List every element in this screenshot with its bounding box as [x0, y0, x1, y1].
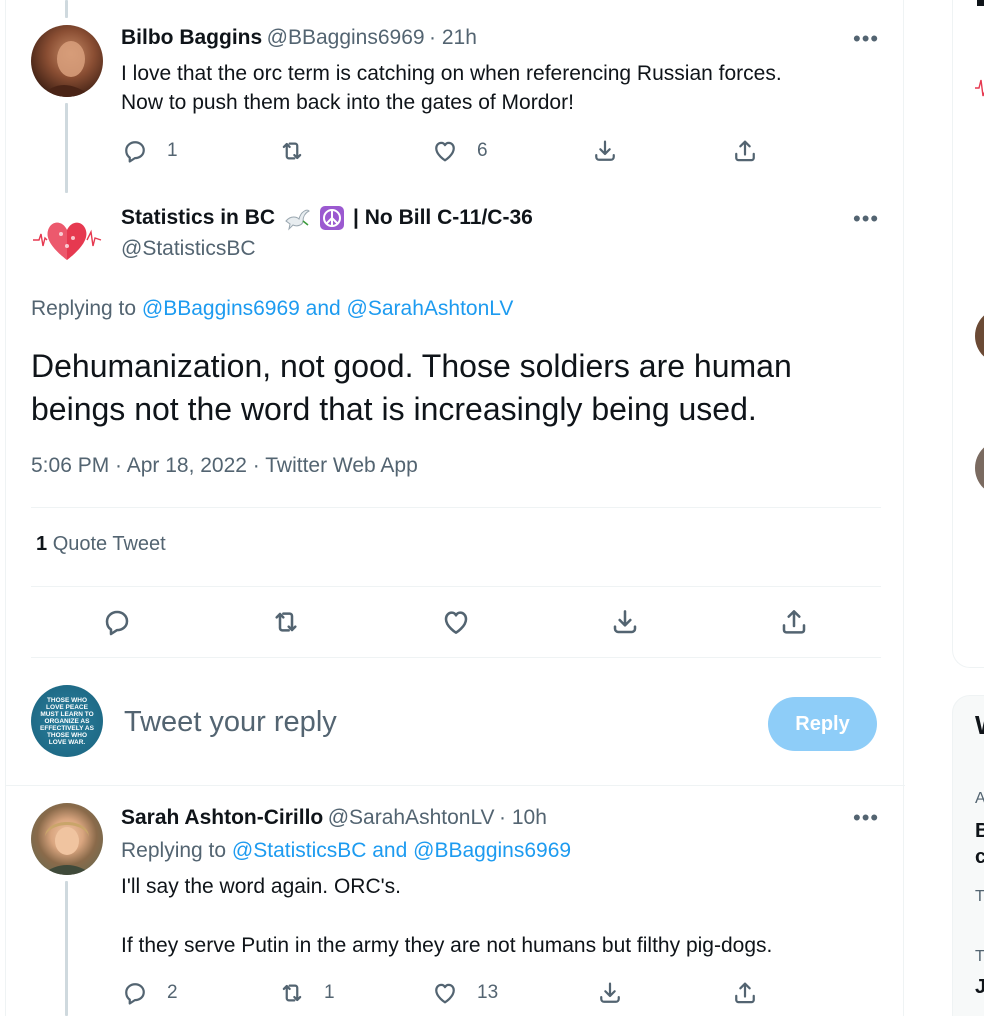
reply-count: 1 [167, 140, 178, 161]
tweet-text-line: If they serve Putin in the army they are… [121, 934, 773, 957]
avatar[interactable] [31, 202, 103, 274]
user-handle[interactable]: @SarahAshtonLV [328, 806, 495, 829]
replying-users-link[interactable]: @StatisticsBC and @BBaggins6969 [232, 839, 571, 862]
tweet-text-line: Now to push them back into the gates of … [121, 91, 574, 114]
tweet-header: Bilbo Baggins @BBaggins6969 · 21h [121, 26, 477, 50]
more-icon[interactable]: ••• [853, 28, 879, 50]
timeline-column: Bilbo Baggins @BBaggins6969 · 21h ••• I … [5, 0, 905, 1016]
tweet-time[interactable]: · 10h [499, 806, 547, 829]
heart-icon [435, 983, 455, 1004]
thread-line [65, 881, 68, 1016]
like-count: 6 [477, 140, 488, 161]
thread-line [65, 103, 68, 193]
sidebar-trends-card: W A B c T T J [952, 695, 984, 1016]
avatar[interactable] [975, 440, 984, 496]
tweet-header: Sarah Ashton-Cirillo @SarahAshtonLV · 10… [121, 806, 547, 830]
reply-action[interactable] [101, 606, 133, 638]
peace-icon [320, 206, 345, 230]
retweet-action[interactable] [278, 137, 306, 165]
avatar[interactable] [31, 25, 103, 97]
sidebar-letter: c [975, 846, 984, 868]
quote-count: 1 [36, 533, 48, 555]
reply-action[interactable]: 1 [121, 137, 178, 165]
bookmark-action[interactable] [591, 137, 619, 165]
tweet-header: Statistics in BC | No Bill C-11/C-36 [121, 205, 533, 231]
sidebar-letter: A [975, 790, 984, 807]
share-action[interactable] [731, 979, 759, 1007]
retweet-action[interactable]: 1 [278, 979, 335, 1007]
share-action[interactable] [778, 606, 810, 638]
share-action[interactable] [731, 137, 759, 165]
more-icon[interactable]: ••• [853, 208, 879, 230]
thread-line [65, 0, 68, 18]
divider [31, 586, 881, 587]
download-icon [600, 982, 620, 1003]
tweet-text-line: I love that the orc term is catching on … [121, 62, 782, 85]
like-action[interactable]: 6 [431, 137, 488, 165]
sidebar-top-card [952, 0, 984, 668]
tweet-text-line: beings not the word that is increasingly… [31, 391, 757, 427]
sidebar-letter: J [975, 976, 984, 998]
tweet-reply-input[interactable]: Tweet your reply [124, 706, 337, 739]
more-icon[interactable]: ••• [853, 807, 879, 829]
avatar[interactable]: THOSE WHO LOVE PEACE MUST LEARN TO ORGAN… [31, 685, 103, 757]
sidebar-heading: W [975, 710, 984, 741]
sidebar-heading-fragment [977, 0, 984, 6]
sidebar-letter: B [975, 820, 984, 842]
replying-prefix: Replying to [31, 297, 137, 320]
heart-icon [444, 611, 468, 634]
tweet-meta[interactable]: 5:06 PM · Apr 18, 2022 · Twitter Web App [31, 454, 418, 478]
dove-icon [285, 209, 310, 231]
user-name[interactable]: Sarah Ashton-Cirillo [121, 806, 323, 829]
replying-users-link[interactable]: @BBaggins6969 and @SarahAshtonLV [142, 297, 514, 320]
heartbeat-icon [975, 79, 984, 97]
download-icon [613, 610, 637, 634]
quote-label: Quote Tweet [52, 533, 166, 555]
tweet-text: I'll say the word again. ORC's. If they … [121, 872, 772, 960]
user-name-suffix[interactable]: | No Bill C-11/C-36 [353, 206, 533, 230]
divider [31, 507, 881, 508]
like-action[interactable]: 13 [431, 979, 498, 1007]
heart-icon [435, 141, 455, 162]
retweet-icon [282, 142, 302, 160]
tweet-text: Dehumanization, not good. Those soldiers… [31, 345, 792, 431]
reply-button[interactable]: Reply [768, 697, 877, 751]
divider [6, 785, 905, 786]
share-icon [735, 140, 755, 162]
download-icon [595, 140, 615, 161]
avatar[interactable] [31, 803, 103, 875]
share-icon [782, 610, 806, 634]
reply-icon [125, 141, 145, 163]
avatar[interactable] [975, 308, 984, 364]
retweet-icon [275, 612, 297, 632]
divider [31, 657, 881, 658]
avatar-text: THOSE WHO LOVE PEACE MUST LEARN TO ORGAN… [40, 696, 94, 746]
bookmark-action[interactable] [596, 979, 624, 1007]
share-icon [735, 982, 755, 1004]
sidebar-letter: T [975, 948, 984, 965]
tweet-text-line: Dehumanization, not good. Those soldiers… [31, 348, 792, 384]
reply-icon [125, 983, 145, 1005]
retweet-action[interactable] [270, 606, 302, 638]
replying-to: Replying to @BBaggins6969 and @SarahAsht… [31, 297, 513, 321]
tweet-text-line: I'll say the word again. ORC's. [121, 875, 401, 898]
user-name[interactable]: Bilbo Baggins [121, 26, 262, 49]
reply-action[interactable]: 2 [121, 979, 178, 1007]
sidebar-letter: T [975, 888, 984, 905]
user-handle[interactable]: @StatisticsBC [121, 237, 256, 261]
user-name[interactable]: Statistics in BC [121, 206, 275, 230]
tweet-text: I love that the orc term is catching on … [121, 59, 782, 117]
quote-tweets-link[interactable]: 1 Quote Tweet [36, 533, 166, 556]
reply-icon [105, 610, 129, 636]
tweet-time[interactable]: · 21h [429, 26, 477, 49]
replying-to: Replying to @StatisticsBC and @BBaggins6… [121, 839, 571, 863]
like-count: 13 [477, 982, 499, 1003]
bookmark-action[interactable] [609, 606, 641, 638]
retweet-count: 1 [324, 982, 335, 1003]
reply-count: 2 [167, 982, 178, 1003]
user-handle[interactable]: @BBaggins6969 [267, 26, 425, 49]
like-action[interactable] [440, 606, 472, 638]
retweet-icon [282, 984, 302, 1002]
replying-prefix: Replying to [121, 839, 227, 862]
